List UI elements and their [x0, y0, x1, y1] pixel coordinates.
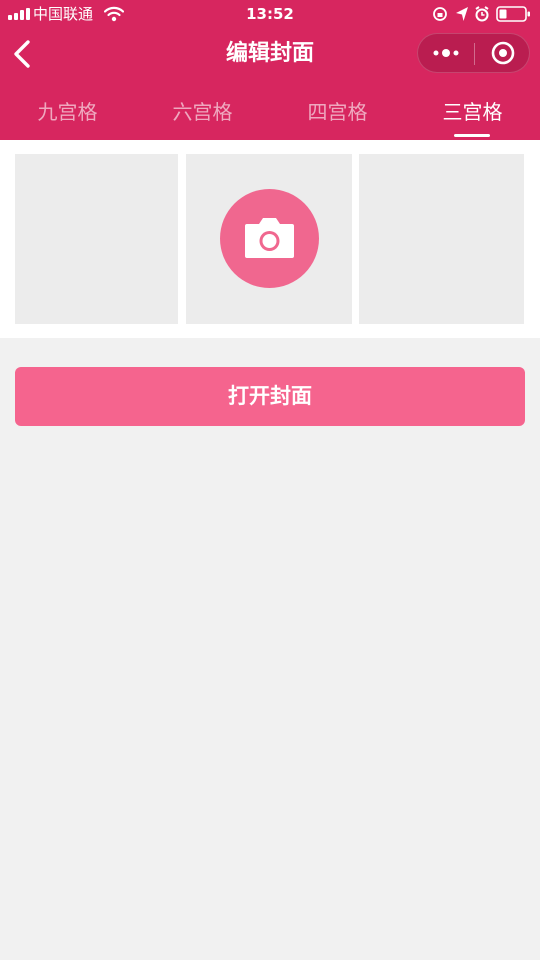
tab-nine-grid[interactable]: 九宫格 [0, 90, 135, 140]
mini-program-capsule [417, 33, 530, 73]
tab-four-grid[interactable]: 四宫格 [270, 90, 405, 140]
more-dots-icon[interactable] [418, 34, 474, 72]
grid-cell-1[interactable] [15, 154, 178, 324]
location-arrow-icon [456, 7, 468, 21]
tab-six-grid[interactable]: 六宫格 [135, 90, 270, 140]
camera-icon [245, 218, 294, 258]
status-bar: 中国联通 13:52 [0, 0, 540, 28]
grid-cell-3[interactable] [359, 154, 524, 324]
battery-icon [496, 6, 530, 22]
status-icons [432, 5, 532, 23]
camera-upload-button[interactable] [220, 189, 319, 288]
rotation-lock-icon [433, 7, 447, 21]
alarm-clock-icon [475, 6, 489, 22]
target-circle-icon[interactable] [475, 34, 530, 72]
active-tab-indicator [454, 134, 490, 137]
app-header: 中国联通 13:52 编辑封面 九宫格 六宫格 四宫格 三宫格 [0, 0, 540, 140]
tab-three-grid[interactable]: 三宫格 [405, 90, 540, 140]
grid-type-tabs: 九宫格 六宫格 四宫格 三宫格 [0, 90, 540, 140]
open-cover-button[interactable]: 打开封面 [15, 367, 525, 426]
